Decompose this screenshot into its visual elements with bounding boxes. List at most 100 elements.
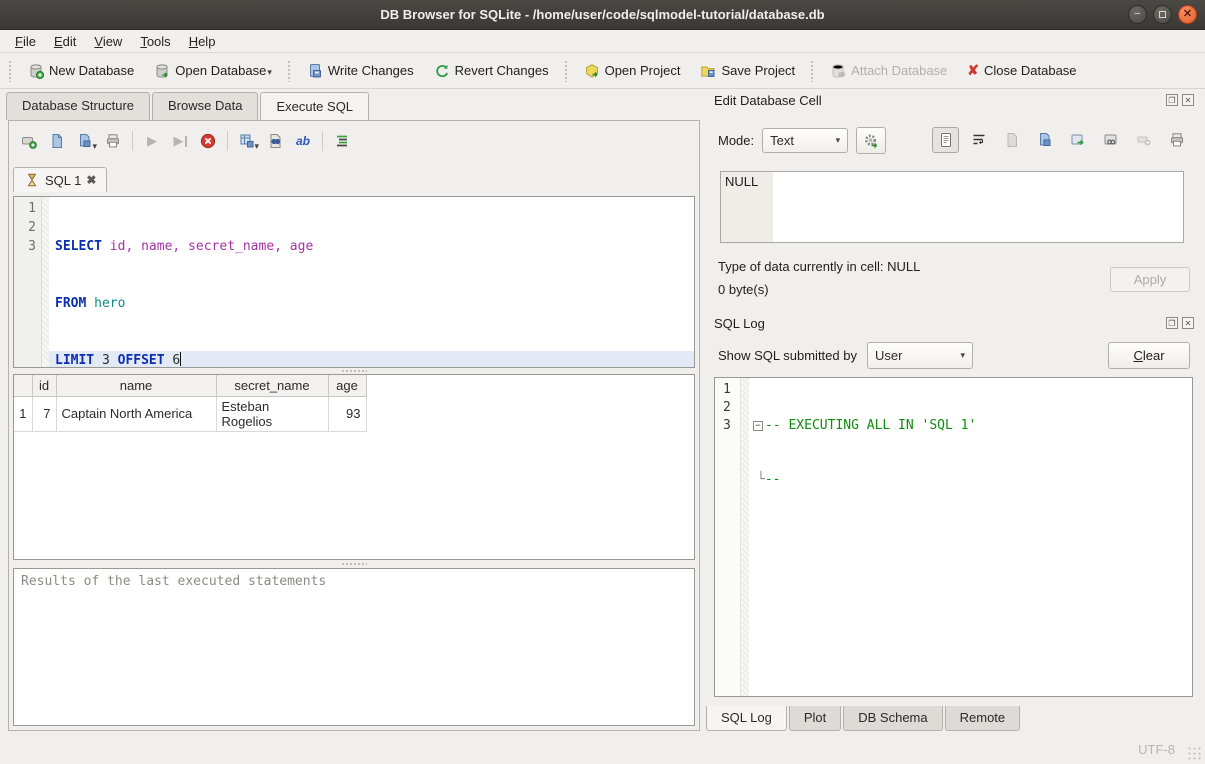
corner-header[interactable] [14, 375, 32, 396]
new-database-button[interactable]: New Database [19, 59, 143, 83]
external-window-icon [1070, 132, 1086, 148]
write-changes-button[interactable]: Write Changes [298, 59, 423, 83]
menu-file[interactable]: File [6, 32, 45, 51]
toolbar-drag-handle[interactable] [810, 60, 815, 82]
save-project-button[interactable]: Save Project [691, 59, 804, 83]
link-icon [1103, 132, 1119, 148]
open-in-external-button[interactable] [1064, 127, 1091, 153]
log-line-number-gutter: 1 2 3 [715, 378, 741, 696]
open-project-button[interactable]: Open Project [575, 59, 690, 83]
open-database-dropdown-icon[interactable]: ▾ [267, 67, 272, 79]
gear-icon [863, 133, 879, 149]
dock-tab-db-schema[interactable]: DB Schema [843, 706, 942, 731]
titlebar: DB Browser for SQLite - /home/user/code/… [0, 0, 1205, 30]
cell-name[interactable]: Captain North America [56, 396, 216, 431]
open-file-icon [49, 133, 65, 149]
set-null-button[interactable] [1130, 127, 1157, 153]
fold-margin [741, 378, 749, 696]
menu-tools[interactable]: Tools [131, 32, 179, 51]
collapse-icon[interactable]: − [753, 421, 763, 431]
cell-age[interactable]: 93 [328, 396, 366, 431]
print-cell-button[interactable] [1163, 127, 1190, 153]
dock-tab-plot[interactable]: Plot [789, 706, 841, 731]
cell-id[interactable]: 7 [32, 396, 56, 431]
copy-link-button[interactable] [1097, 127, 1124, 153]
menu-edit[interactable]: Edit [45, 32, 85, 51]
find-button[interactable] [263, 129, 287, 153]
stop-execution-button[interactable] [196, 129, 220, 153]
float-icon[interactable]: ❐ [1166, 317, 1178, 329]
menu-view[interactable]: View [85, 32, 131, 51]
clear-log-button[interactable]: Clear [1108, 342, 1190, 369]
tab-browse-data[interactable]: Browse Data [152, 92, 258, 120]
line-number: 1 [14, 199, 36, 218]
sql-log-view[interactable]: 1 2 3 −-- EXECUTING ALL IN 'SQL 1' └-- [714, 377, 1193, 697]
open-sql-file-button[interactable] [45, 129, 69, 153]
toolbar-separator [227, 131, 228, 151]
close-icon[interactable]: ✕ [1182, 94, 1194, 106]
close-tab-icon[interactable]: ✖ [86, 173, 96, 187]
row-header[interactable]: 1 [14, 396, 32, 431]
execution-results-pane[interactable]: Results of the last executed statements [13, 568, 695, 726]
open-database-button[interactable]: Open Database ▾ [145, 59, 281, 83]
mode-value: Text [770, 133, 794, 148]
word-wrap-button[interactable] [965, 127, 992, 153]
tab-execute-sql[interactable]: Execute SQL [260, 92, 369, 120]
results-grid[interactable]: id name secret_name age 1 7 Captain Nort… [13, 374, 695, 560]
close-icon[interactable]: ✕ [1182, 317, 1194, 329]
tree-branch-icon: └ [757, 471, 765, 489]
sql-editor[interactable]: 1 2 3 SELECT id, name, secret_name, age … [13, 196, 695, 368]
new-database-icon [28, 63, 44, 79]
close-icon[interactable]: ✕ [1178, 5, 1197, 24]
auto-switch-mode-button[interactable] [856, 127, 886, 154]
resize-grip[interactable] [1187, 746, 1201, 760]
dock-tab-sql-log[interactable]: SQL Log [706, 706, 787, 731]
float-icon[interactable]: ❐ [1166, 94, 1178, 106]
execute-current-line-button[interactable]: ▶ [168, 129, 192, 153]
format-sql-button[interactable] [330, 129, 354, 153]
menubar: File Edit View Tools Help [0, 30, 1205, 53]
import-cell-data-button[interactable] [998, 127, 1025, 153]
toolbar-drag-handle[interactable] [564, 60, 569, 82]
cell-secret-name[interactable]: Esteban Rogelios [216, 396, 328, 431]
dock-tab-remote[interactable]: Remote [945, 706, 1021, 731]
revert-changes-button[interactable]: Revert Changes [425, 59, 558, 83]
print-sql-button[interactable] [101, 129, 125, 153]
column-header-id[interactable]: id [32, 375, 56, 396]
column-header-name[interactable]: name [56, 375, 216, 396]
column-header-secret-name[interactable]: secret_name [216, 375, 328, 396]
open-project-icon [584, 63, 600, 79]
sql-log-filter-select[interactable]: User ▾ [867, 342, 973, 369]
execute-all-button[interactable]: ▶ [140, 129, 164, 153]
export-dropdown-icon[interactable]: ▾ [254, 141, 259, 153]
sql-log-dock-buttons: ❐ ✕ [1166, 317, 1194, 329]
open-sql-tab-button[interactable] [17, 129, 41, 153]
tab-sql-1[interactable]: SQL 1 ✖ [13, 167, 107, 192]
minimize-icon[interactable]: − [1128, 5, 1147, 24]
mode-select[interactable]: Text ▾ [762, 128, 848, 153]
sql-code-area[interactable]: SELECT id, name, secret_name, age FROM h… [49, 197, 694, 367]
export-cell-data-button[interactable] [1031, 127, 1058, 153]
sql-line-3: LIMIT 3 OFFSET 6 [49, 351, 694, 368]
replace-icon: ab [296, 134, 310, 148]
tab-database-structure[interactable]: Database Structure [6, 92, 150, 120]
text-mode-button[interactable] [932, 127, 959, 153]
close-database-button[interactable]: ✘ Close Database [958, 58, 1085, 83]
find-replace-button[interactable]: ab [291, 129, 315, 153]
splitter-handle[interactable] [13, 561, 695, 567]
menu-help[interactable]: Help [180, 32, 225, 51]
apply-button[interactable]: Apply [1110, 267, 1190, 292]
export-results-button[interactable]: ▾ [235, 129, 259, 153]
format-sql-icon [334, 133, 350, 149]
toolbar-drag-handle[interactable] [8, 60, 13, 82]
column-header-age[interactable]: age [328, 375, 366, 396]
save-project-icon [700, 63, 716, 79]
save-as-icon [1037, 132, 1053, 148]
save-sql-file-button[interactable]: ▾ [73, 129, 97, 153]
attach-database-button[interactable]: Attach Database [821, 59, 956, 83]
maximize-icon[interactable] [1153, 5, 1172, 24]
chevron-down-icon: ▾ [836, 135, 841, 146]
toolbar-drag-handle[interactable] [287, 60, 292, 82]
save-sql-dropdown-icon[interactable]: ▾ [92, 141, 97, 153]
cell-value-editor[interactable]: NULL [720, 171, 1184, 243]
